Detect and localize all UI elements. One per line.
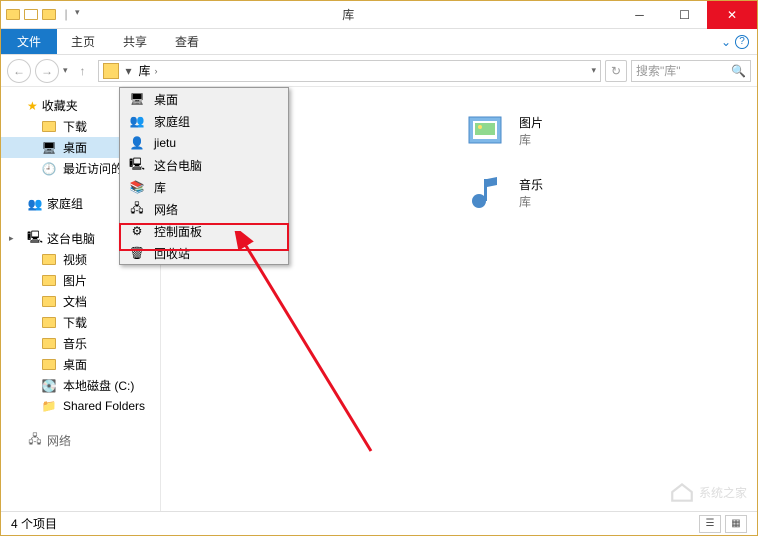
statusbar: 4 个项目 ☰ ▦ (1, 511, 757, 535)
quick-access-toolbar: | ▾ (1, 7, 80, 23)
window-title: 库 (80, 6, 617, 23)
file-tab[interactable]: 文件 (1, 29, 57, 54)
sidebar-item-shared[interactable]: 📁Shared Folders (1, 396, 160, 416)
homegroup-icon: 👥 (27, 196, 43, 212)
computer-icon: 🖳 (27, 231, 43, 247)
favorites-label: 收藏夹 (42, 97, 78, 114)
user-icon: 👤 (128, 134, 146, 152)
body: ★ 收藏夹 下载 🖥桌面 🕘最近访问的 👥 家庭组 ▸ 🖳 这台电脑 视频 图片… (1, 87, 757, 511)
help-icon[interactable]: ? (735, 35, 749, 49)
dropdown-item-thispc[interactable]: 🖳这台电脑 (120, 154, 288, 176)
view-icons-button[interactable]: ▦ (725, 515, 747, 533)
window-controls: ─ ☐ ✕ (617, 1, 757, 28)
computer-icon: 🖳 (128, 156, 146, 174)
new-folder-icon[interactable] (23, 7, 39, 23)
view-details-button[interactable]: ☰ (699, 515, 721, 533)
minimize-button[interactable]: ─ (617, 1, 662, 29)
library-item-pictures[interactable]: 图片 库 (461, 107, 641, 155)
expand-icon[interactable]: ▸ (9, 233, 23, 244)
address-dropdown-icon[interactable]: ▾ (591, 65, 596, 76)
refresh-button[interactable]: ↻ (605, 60, 627, 82)
up-button[interactable]: ↑ (72, 60, 94, 82)
sidebar-item-documents[interactable]: 文档 (1, 291, 160, 312)
dropdown-item-desktop[interactable]: 🖥桌面 (120, 88, 288, 110)
properties-icon[interactable] (41, 7, 57, 23)
ribbon-collapse[interactable]: ⌄ ? (721, 29, 749, 54)
desktop-icon: 🖥 (41, 140, 57, 156)
thispc-label: 这台电脑 (47, 230, 95, 247)
item-type: 库 (519, 193, 543, 210)
shared-icon: 📁 (41, 398, 57, 414)
folder-icon (5, 7, 21, 23)
back-button[interactable]: ← (7, 59, 31, 83)
search-input[interactable]: 搜索"库" 🔍 (631, 60, 751, 82)
location-dropdown-icon[interactable]: ▾ (123, 64, 135, 78)
forward-button[interactable]: → (35, 59, 59, 83)
star-icon: ★ (27, 99, 38, 113)
dropdown-item-network[interactable]: 🖧网络 (120, 198, 288, 220)
network-label: 网络 (47, 432, 71, 449)
dropdown-item-libraries[interactable]: 📚库 (120, 176, 288, 198)
location-icon (103, 63, 119, 79)
dropdown-item-control-panel[interactable]: ⚙控制面板 (120, 220, 288, 242)
drive-icon: 💽 (41, 378, 57, 394)
homegroup-icon: 👥 (128, 112, 146, 130)
maximize-button[interactable]: ☐ (662, 1, 707, 29)
control-panel-icon: ⚙ (128, 222, 146, 240)
breadcrumb[interactable]: 库 (139, 62, 151, 79)
tab-view[interactable]: 查看 (161, 29, 213, 54)
watermark: 系统之家 (669, 479, 747, 505)
network-header[interactable]: 🖧 网络 (1, 430, 160, 451)
dropdown-item-user[interactable]: 👤jietu (120, 132, 288, 154)
item-type: 库 (519, 131, 543, 148)
location-dropdown-menu: 🖥桌面 👥家庭组 👤jietu 🖳这台电脑 📚库 🖧网络 ⚙控制面板 🗑回收站 (119, 87, 289, 265)
sidebar-item-downloads2[interactable]: 下载 (1, 312, 160, 333)
sidebar-item-pictures[interactable]: 图片 (1, 270, 160, 291)
item-name: 音乐 (519, 176, 543, 193)
sidebar-item-music[interactable]: 音乐 (1, 333, 160, 354)
close-button[interactable]: ✕ (707, 1, 757, 29)
download-icon (41, 119, 57, 135)
desktop-icon: 🖥 (128, 90, 146, 108)
network-icon: 🖧 (27, 433, 43, 449)
sidebar-item-drive-c[interactable]: 💽本地磁盘 (C:) (1, 375, 160, 396)
chevron-down-icon: ⌄ (721, 35, 731, 49)
dropdown-item-homegroup[interactable]: 👥家庭组 (120, 110, 288, 132)
tab-home[interactable]: 主页 (57, 29, 109, 54)
navbar: ← → ▾ ↑ ▾ 库 › ▾ ↻ 搜索"库" 🔍 (1, 55, 757, 87)
tab-share[interactable]: 共享 (109, 29, 161, 54)
library-item-music[interactable]: 音乐 库 (461, 169, 641, 217)
library-items: 图片 库 音乐 库 (461, 107, 717, 217)
item-name: 图片 (519, 114, 543, 131)
pictures-library-icon (461, 107, 509, 155)
ribbon: 文件 主页 共享 查看 ⌄ ? (1, 29, 757, 55)
recent-icon: 🕘 (41, 161, 57, 177)
history-dropdown-icon[interactable]: ▾ (63, 65, 68, 76)
sidebar-item-desktop2[interactable]: 桌面 (1, 354, 160, 375)
qat-divider: | (59, 7, 73, 23)
titlebar: | ▾ 库 ─ ☐ ✕ (1, 1, 757, 29)
address-bar[interactable]: ▾ 库 › ▾ (98, 60, 601, 82)
recycle-icon: 🗑 (128, 244, 146, 262)
music-library-icon (461, 169, 509, 217)
library-icon: 📚 (128, 178, 146, 196)
search-icon: 🔍 (731, 64, 746, 78)
breadcrumb-sep-icon[interactable]: › (155, 66, 158, 76)
homegroup-label: 家庭组 (47, 195, 83, 212)
network-icon: 🖧 (128, 200, 146, 218)
dropdown-item-recycle[interactable]: 🗑回收站 (120, 242, 288, 264)
item-count: 4 个项目 (11, 515, 57, 532)
search-placeholder: 搜索"库" (636, 62, 681, 79)
